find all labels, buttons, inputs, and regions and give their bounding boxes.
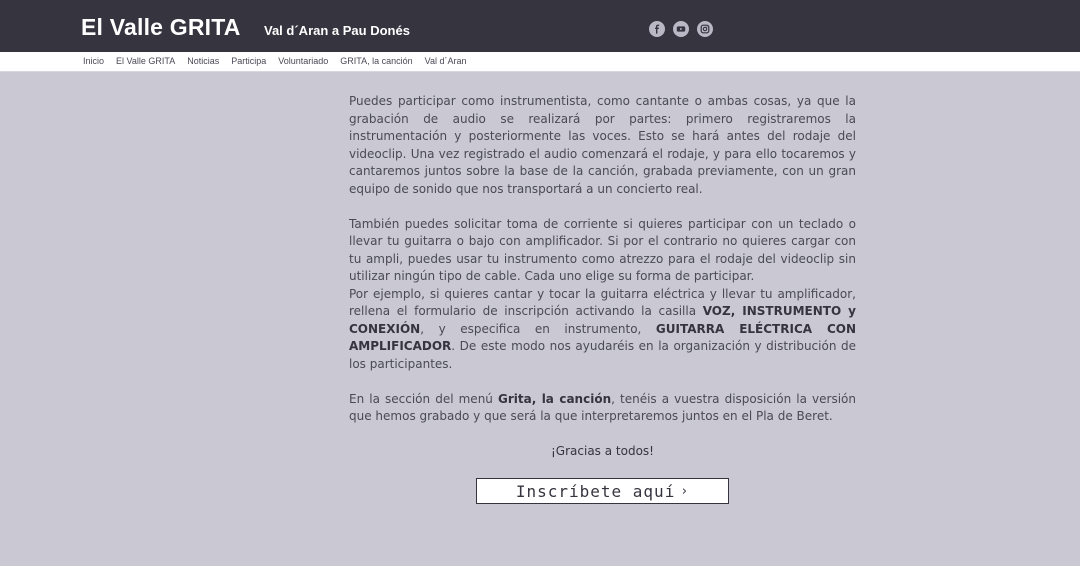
nav-item-voluntariado[interactable]: Voluntariado [278, 56, 328, 66]
chevron-right-icon: › [680, 483, 690, 499]
paragraph-example: Por ejemplo, si quieres cantar y tocar l… [349, 286, 856, 374]
youtube-icon[interactable] [673, 21, 689, 37]
nav-item-grita-la-cancion[interactable]: GRITA, la canción [340, 56, 412, 66]
paragraph-participation: Puedes participar como instrumentista, c… [349, 94, 856, 196]
paragraph-power-outlet: También puedes solicitar toma de corrien… [349, 216, 856, 284]
thanks-text: ¡Gracias a todos! [551, 444, 654, 458]
main-content: Puedes participar como instrumentista, c… [349, 93, 856, 461]
facebook-icon[interactable] [649, 21, 665, 37]
site-header: El Valle GRITA Val d´Aran a Pau Donés [0, 0, 1080, 52]
nav-item-el-valle-grita[interactable]: El Valle GRITA [116, 56, 175, 66]
social-bar [649, 21, 713, 37]
text-segment: , y especifica en instrumento, [420, 321, 656, 336]
nav-item-participa[interactable]: Participa [231, 56, 266, 66]
bold-grita-la-cancion: Grita, la canción [497, 391, 612, 406]
main-nav: Inicio El Valle GRITA Noticias Participa… [0, 52, 1080, 72]
site-title[interactable]: El Valle GRITA [81, 14, 241, 41]
register-button[interactable]: Inscríbete aquí › [476, 478, 729, 504]
instagram-icon[interactable] [697, 21, 713, 37]
nav-item-val-daran[interactable]: Val d´Aran [425, 56, 467, 66]
nav-item-noticias[interactable]: Noticias [187, 56, 219, 66]
site-subtitle: Val d´Aran a Pau Donés [264, 23, 410, 38]
text-segment: En la sección del menú [349, 391, 498, 406]
nav-item-inicio[interactable]: Inicio [83, 56, 104, 66]
register-button-label: Inscríbete aquí [515, 481, 676, 501]
paragraph-song-section: En la sección del menú Grita, la canción… [349, 391, 856, 426]
